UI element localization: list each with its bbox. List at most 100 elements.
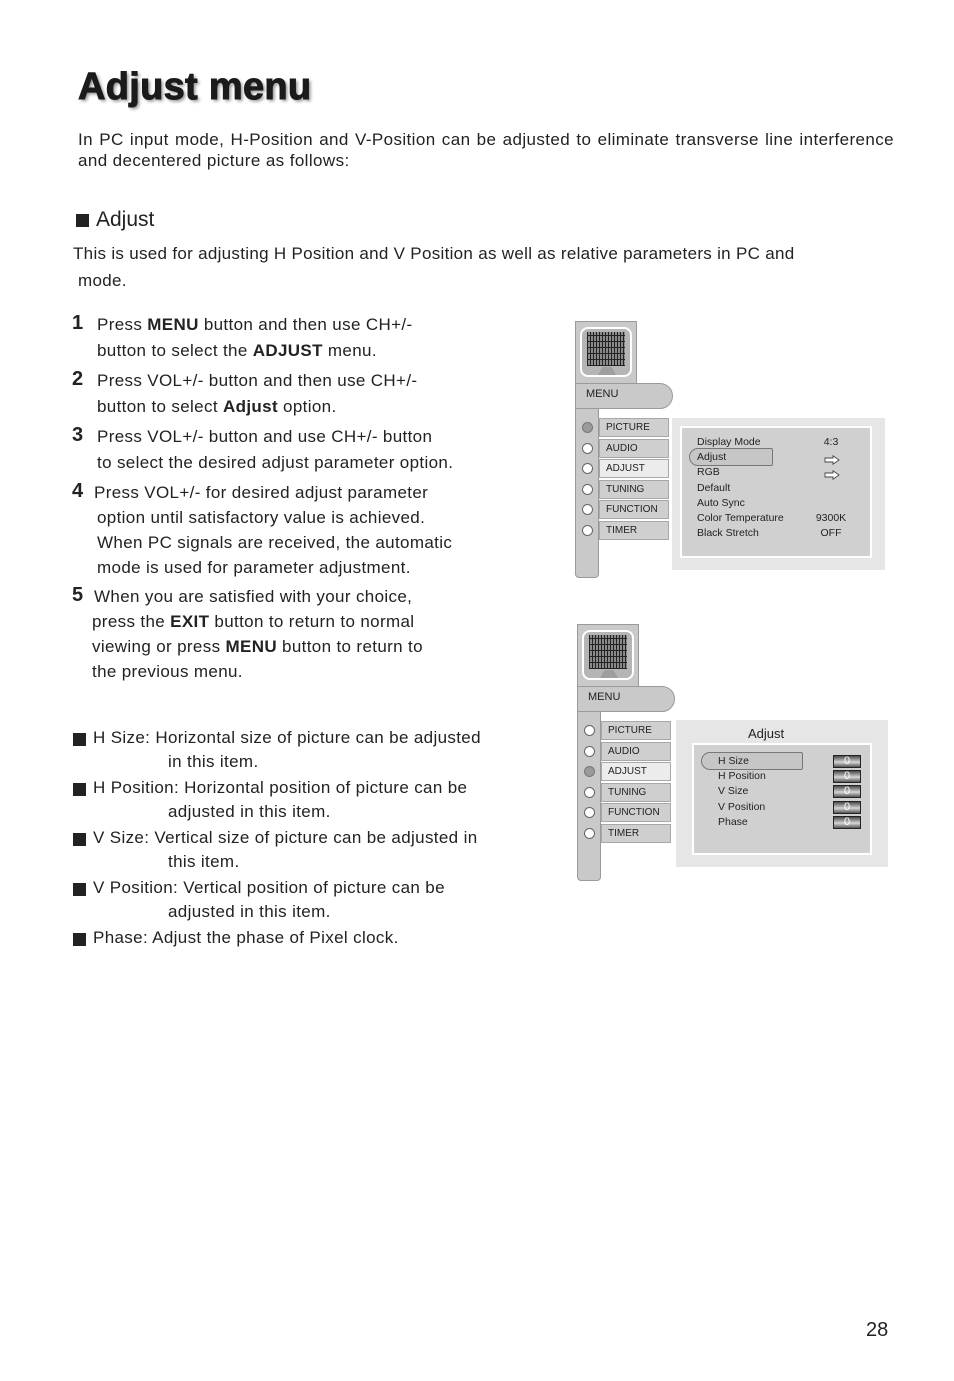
step-keyword: Adjust xyxy=(222,397,278,416)
osd-menu-adjust: MENU Adjust PICTURE AUDIO ADJUST TUNING FUNC… xyxy=(577,624,889,884)
step-keyword: MENU xyxy=(147,315,199,334)
menu-item-function[interactable]: FUNCTION xyxy=(601,803,671,822)
parameter-description: Phase: Adjust the phase of Pixel clock. xyxy=(93,928,399,947)
step-text: the previous menu. xyxy=(92,662,243,681)
step-text: button to select xyxy=(97,397,223,416)
adjust-panel-title: Adjust xyxy=(748,726,785,741)
square-bullet-icon xyxy=(73,883,86,896)
step-number: 2 xyxy=(72,368,84,390)
parameter-description-cont: in this item. xyxy=(168,752,259,771)
radio-indicator-icon[interactable] xyxy=(584,725,595,736)
section-description: This is used for adjusting H Position an… xyxy=(73,240,895,294)
setup-row-label[interactable]: Display Mode xyxy=(697,436,761,448)
menu-item-tuning[interactable]: TUNING xyxy=(601,782,671,802)
step-text-line: mode is used for parameter adjustment. xyxy=(97,558,411,578)
step-text: When you are satisfied with your choice, xyxy=(94,587,413,606)
menu-item-adjust[interactable]: ADJUST xyxy=(601,762,671,781)
adjust-row-label[interactable]: Phase xyxy=(718,816,748,828)
adjust-row-label[interactable]: V Size xyxy=(718,785,748,797)
adjust-value-box[interactable]: 0 xyxy=(833,815,861,829)
section-heading: Adjust xyxy=(76,208,154,232)
setup-row-value: 4:3 xyxy=(823,436,839,448)
setup-row-label[interactable]: Default xyxy=(697,482,730,494)
square-bullet-icon xyxy=(73,933,86,946)
step-text: to select the desired adjust parameter o… xyxy=(97,453,454,472)
parameter-description-cont: this item. xyxy=(168,852,240,871)
radio-indicator-icon[interactable] xyxy=(584,766,595,777)
step-text-line: button to select the ADJUST menu. xyxy=(97,341,377,361)
step-number: 3 xyxy=(72,424,84,446)
step-text: Press xyxy=(97,315,148,334)
step-number: 1 xyxy=(72,312,84,334)
adjust-value-box[interactable]: 0 xyxy=(833,800,861,814)
radio-indicator-icon[interactable] xyxy=(584,827,595,839)
adjust-row-label[interactable]: H Position xyxy=(718,770,766,782)
radio-indicator-icon[interactable] xyxy=(584,807,595,818)
square-bullet-icon xyxy=(73,783,86,796)
osd-menu-setup: MENU PICTURE AUDIO ADJUST TUNING FUNCTION TIM… xyxy=(575,321,887,581)
radio-indicator-icon[interactable] xyxy=(584,786,595,798)
menu-item-audio[interactable]: AUDIO xyxy=(599,438,669,458)
parameter-description-cont: adjusted in this item. xyxy=(168,902,331,921)
setup-row-label[interactable]: Black Stretch xyxy=(697,527,759,539)
step-text-line: When you are satisfied with your choice, xyxy=(94,587,412,607)
adjust-row-label[interactable]: V Position xyxy=(718,801,765,813)
step-text: Press VOL+/- button and then use CH+/- xyxy=(97,371,418,390)
radio-indicator-icon[interactable] xyxy=(582,483,593,495)
section-description-line: This is used for adjusting H Position an… xyxy=(73,244,795,263)
setup-row-label[interactable]: Adjust xyxy=(697,451,726,463)
step-text-line: Press VOL+/- for desired adjust paramete… xyxy=(94,483,428,503)
menu-item-adjust[interactable]: ADJUST xyxy=(599,459,669,478)
step-text: When PC signals are received, the automa… xyxy=(97,533,453,552)
setup-row-label[interactable]: Color Temperature xyxy=(697,512,784,524)
step-text-line: press the EXIT button to return to norma… xyxy=(92,612,414,632)
setup-row-label[interactable]: Auto Sync xyxy=(697,497,745,509)
radio-indicator-icon[interactable] xyxy=(582,422,593,433)
square-bullet-icon xyxy=(76,213,89,227)
adjust-row-label[interactable]: H Size xyxy=(718,755,749,767)
tv-monitor-icon xyxy=(580,327,632,377)
step-keyword: EXIT xyxy=(170,612,210,631)
section-description-line: mode. xyxy=(78,271,127,290)
adjust-value-box[interactable]: 0 xyxy=(833,785,861,799)
step-number: 5 xyxy=(72,584,84,606)
step-text: Press VOL+/- for desired adjust paramete… xyxy=(94,483,429,502)
menu-item-timer[interactable]: TIMER xyxy=(599,520,669,540)
step-text-line: Press VOL+/- button and use CH+/- button xyxy=(97,427,432,447)
parameter-description: V Position: Vertical position of picture… xyxy=(93,878,445,897)
page-number: 28 xyxy=(866,1319,889,1341)
parameter-description-cont: adjusted in this item. xyxy=(168,802,331,821)
menu-item-function[interactable]: FUNCTION xyxy=(599,500,669,519)
radio-indicator-icon[interactable] xyxy=(582,442,593,454)
step-text-line: option until satisfactory value is achie… xyxy=(97,508,425,528)
step-text-line: the previous menu. xyxy=(92,662,243,682)
menu-item-audio[interactable]: AUDIO xyxy=(601,741,671,761)
step-text: option until satisfactory value is achie… xyxy=(97,508,426,527)
parameter-description: H Size: Horizontal size of picture can b… xyxy=(93,728,481,747)
setup-row-value: OFF xyxy=(820,527,842,540)
square-bullet-icon xyxy=(73,833,86,846)
intro-paragraph: In PC input mode, H-Position and V-Posit… xyxy=(78,130,894,170)
arrow-right-icon xyxy=(824,467,840,481)
step-text: Press VOL+/- button and use CH+/- button xyxy=(97,427,433,446)
radio-indicator-icon[interactable] xyxy=(582,504,593,515)
setup-row-label[interactable]: RGB xyxy=(697,466,720,478)
menu-item-picture[interactable]: PICTURE xyxy=(601,721,671,740)
arrow-right-icon xyxy=(824,452,840,466)
step-text-line: to select the desired adjust parameter o… xyxy=(97,453,453,473)
menu-item-tuning[interactable]: TUNING xyxy=(599,479,669,499)
adjust-value-box[interactable]: 0 xyxy=(833,770,861,784)
step-text: press the xyxy=(92,612,171,631)
radio-indicator-icon[interactable] xyxy=(582,524,593,536)
step-text: viewing or press xyxy=(92,637,226,656)
radio-indicator-icon[interactable] xyxy=(584,745,595,757)
menu-item-timer[interactable]: TIMER xyxy=(601,823,671,843)
radio-indicator-icon[interactable] xyxy=(582,463,593,474)
tv-monitor-icon xyxy=(582,630,634,680)
step-keyword: MENU xyxy=(225,637,277,656)
page-title: Adjust menu xyxy=(77,66,312,109)
parameter-description: V Size: Vertical size of picture can be … xyxy=(93,828,478,847)
menu-item-picture[interactable]: PICTURE xyxy=(599,418,669,437)
adjust-value-box[interactable]: 0 xyxy=(833,755,861,768)
step-text: button to return to normal xyxy=(209,612,415,631)
